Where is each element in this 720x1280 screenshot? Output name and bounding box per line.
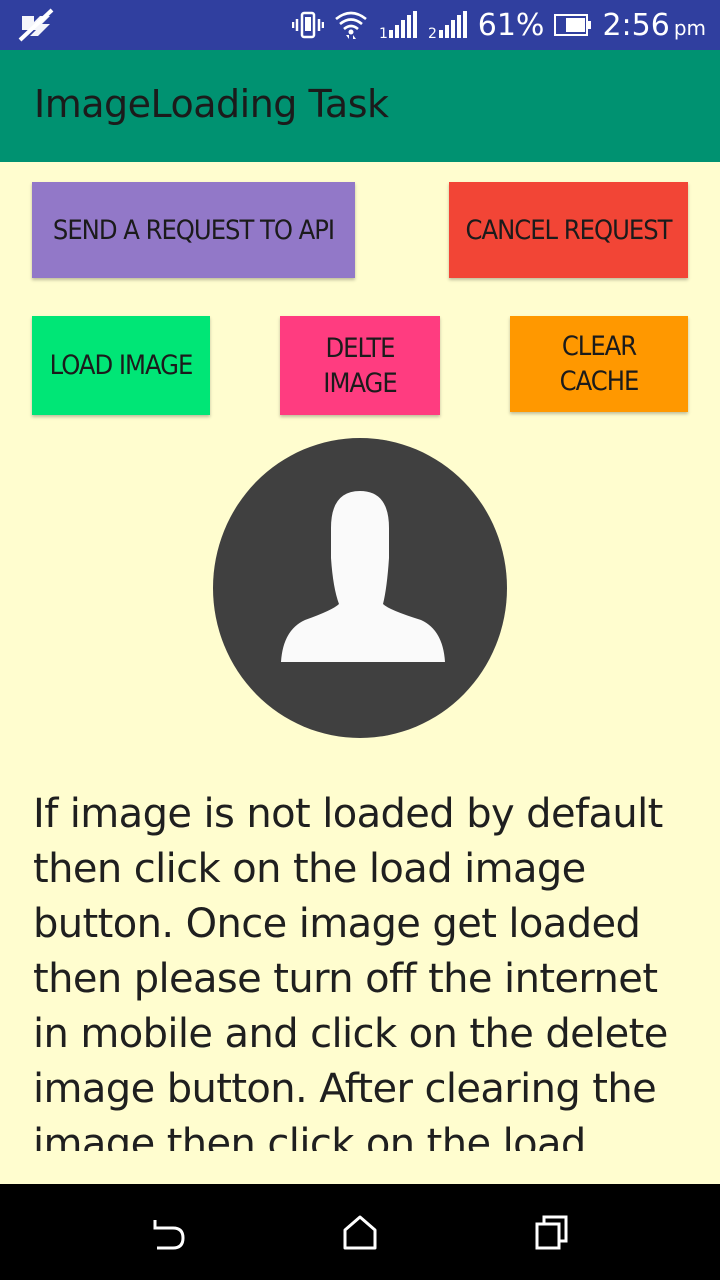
- status-right: 1 2 61% 2:56 pm: [291, 0, 706, 50]
- clock-time: 2:56: [602, 7, 670, 43]
- signal-sim2-icon: 2: [428, 11, 467, 40]
- clock-ampm: pm: [673, 15, 706, 40]
- home-icon[interactable]: [340, 1212, 380, 1252]
- wifi-icon: [334, 11, 367, 39]
- vibrate-icon: [291, 11, 324, 39]
- recent-apps-icon[interactable]: [532, 1212, 572, 1252]
- delete-image-button[interactable]: DELTE IMAGE: [280, 316, 440, 415]
- cancel-request-button[interactable]: CANCEL REQUEST: [449, 182, 688, 278]
- app-bar: ImageLoading Task: [0, 50, 720, 162]
- svg-text:1: 1: [379, 26, 388, 40]
- load-image-button[interactable]: LOAD IMAGE: [32, 316, 210, 415]
- avatar-placeholder-icon: [213, 438, 507, 738]
- app-title: ImageLoading Task: [34, 82, 389, 126]
- clear-cache-button[interactable]: CLEAR CACHE: [510, 316, 688, 412]
- send-request-button[interactable]: SEND A REQUEST TO API: [32, 182, 355, 278]
- battery-percent: 61%: [477, 7, 545, 43]
- status-indicator-icon: [18, 8, 54, 42]
- instructions-text: If image is not loaded by default then c…: [33, 791, 668, 1151]
- svg-text:2: 2: [428, 26, 437, 40]
- status-bar: 1 2 61% 2:56 pm: [0, 0, 720, 50]
- signal-sim1-icon: 1: [379, 11, 417, 40]
- navigation-bar: [0, 1184, 720, 1280]
- main-content: SEND A REQUEST TO API CANCEL REQUEST LOA…: [0, 162, 720, 1184]
- battery-icon: [554, 14, 592, 36]
- clock: 2:56 pm: [602, 8, 706, 43]
- back-icon[interactable]: [147, 1212, 187, 1252]
